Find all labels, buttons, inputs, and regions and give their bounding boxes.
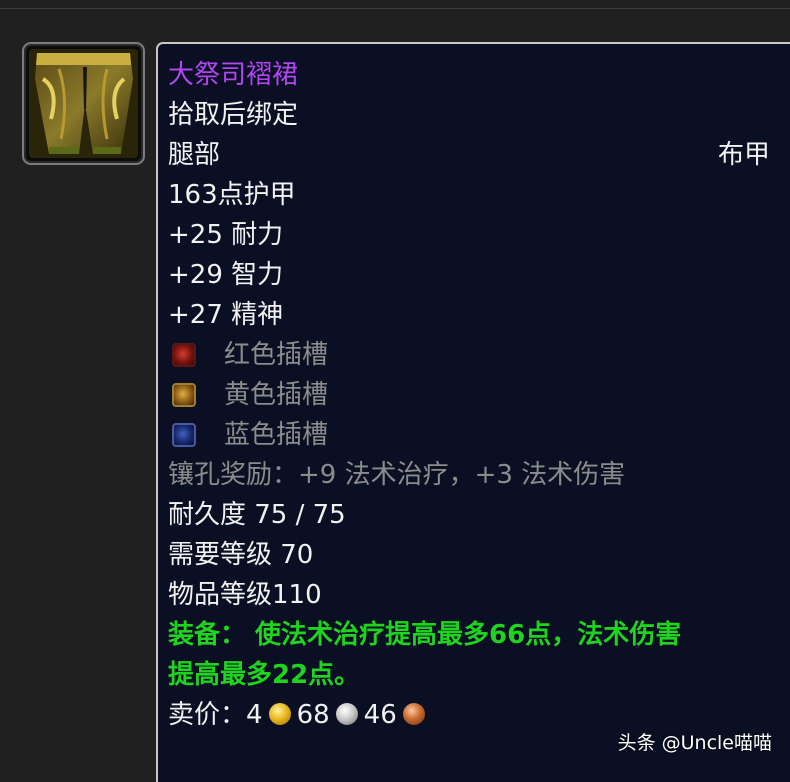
equip-effect-line2: 提高最多22点。 [168,660,361,690]
armor-value: 163点护甲 [168,180,296,210]
sell-label: 卖价： [168,700,247,730]
yellow-socket-icon [172,383,196,407]
stat-spirit: +27 精神 [168,300,284,330]
cloth-legs-icon [29,49,138,158]
equip-effect-line1: 装备： 使法术治疗提高最多66点，法术伤害 [168,620,682,650]
socket-label: 黄色插槽 [224,380,329,410]
socket-bonus: 镶孔奖励：+9 法术治疗，+3 法术伤害 [168,460,626,490]
item-icon-slot[interactable] [22,42,145,165]
sell-price: 卖价：4 68 46 [168,697,431,733]
item-level: 物品等级110 [168,580,322,610]
top-divider [0,8,790,9]
armor-type-text: 布甲 [717,140,770,170]
silver-coin-icon [335,702,358,725]
sell-copper-value: 46 [363,700,397,730]
watermark: 头条 @Uncle喵喵 [617,732,772,754]
socket-label: 红色插槽 [224,340,329,370]
sell-gold-value: 4 [246,700,263,730]
item-name: 大祭司褶裙 [168,60,299,90]
required-level: 需要等级 70 [168,540,314,570]
blue-socket-icon [172,423,196,447]
durability: 耐久度 75 / 75 [168,500,346,530]
stat-stamina: +25 耐力 [168,220,284,250]
red-socket-icon [172,343,196,367]
slot-text: 腿部 [168,140,221,170]
socket-yellow: 黄色插槽 [168,377,328,413]
binding-text: 拾取后绑定 [168,100,299,130]
socket-blue: 蓝色插槽 [168,417,328,453]
sell-silver-value: 68 [296,700,330,730]
copper-coin-icon [402,702,425,725]
socket-label: 蓝色插槽 [224,420,329,450]
gold-coin-icon [268,702,291,725]
socket-red: 红色插槽 [168,337,328,373]
stat-intellect: +29 智力 [168,260,284,290]
